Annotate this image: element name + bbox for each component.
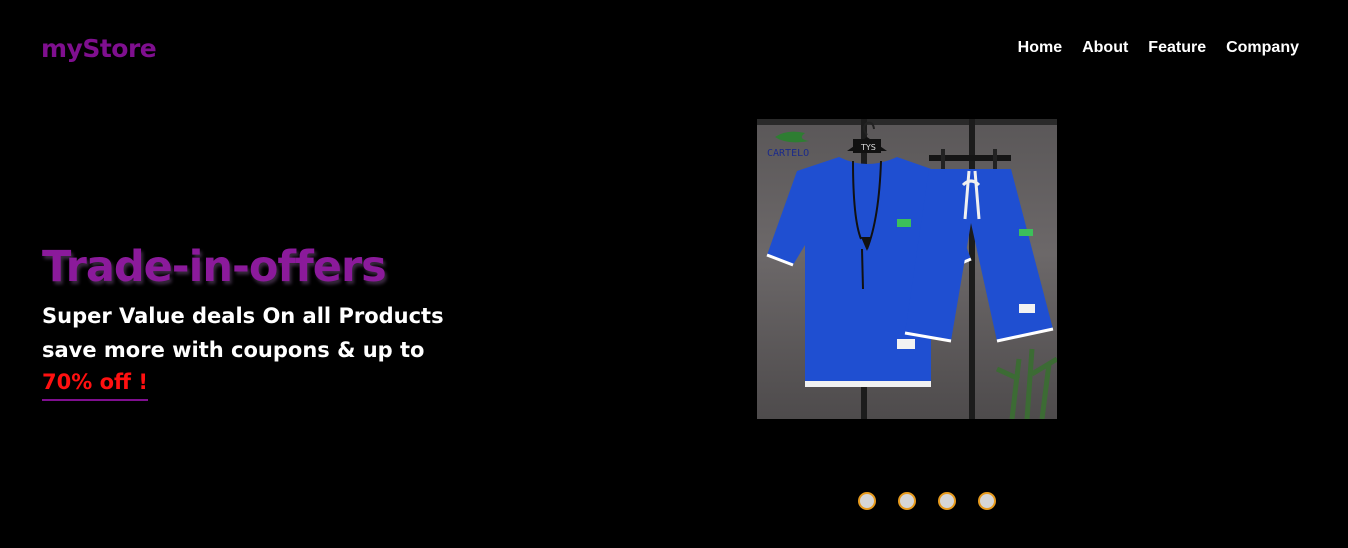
hero-offer: 70% off ! bbox=[42, 367, 148, 402]
nav-feature[interactable]: Feature bbox=[1148, 39, 1206, 57]
brand-logo: CARTELO bbox=[767, 131, 809, 159]
carousel-dot-1[interactable] bbox=[858, 492, 876, 510]
page: myStore Home About Feature Company Trade… bbox=[0, 0, 1348, 548]
hero-subtitle: Super Value deals On all Products save m… bbox=[42, 299, 482, 367]
logo[interactable]: myStore bbox=[41, 34, 157, 63]
shorts bbox=[904, 169, 1054, 343]
main-nav: Home About Feature Company bbox=[1018, 39, 1299, 57]
hero-title: Trade-in-offers bbox=[42, 242, 387, 292]
hero-section: Trade-in-offers Super Value deals On all… bbox=[42, 242, 482, 402]
product-illustration: CARTELO TYS bbox=[757, 119, 1057, 419]
nav-company[interactable]: Company bbox=[1226, 39, 1299, 57]
carousel-dot-2[interactable] bbox=[898, 492, 916, 510]
brand-label: CARTELO bbox=[767, 148, 809, 159]
hanger-tag: TYS bbox=[860, 143, 876, 152]
carousel-dot-3[interactable] bbox=[938, 492, 956, 510]
nav-home[interactable]: Home bbox=[1018, 39, 1062, 57]
product-image: CARTELO TYS bbox=[757, 119, 1057, 419]
hero-subtitle-line2: save more with coupons & up to bbox=[42, 338, 425, 363]
hero-subtitle-line1: Super Value deals On all Products bbox=[42, 304, 444, 329]
carousel-dot-4[interactable] bbox=[978, 492, 996, 510]
nav-about[interactable]: About bbox=[1082, 39, 1128, 57]
carousel-dots bbox=[858, 492, 996, 510]
